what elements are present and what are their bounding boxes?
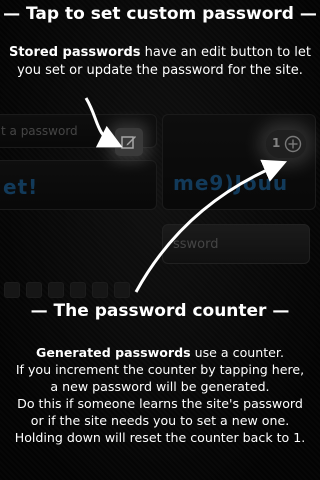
counter-tip-line: Do this if someone learns the site's pas…: [17, 396, 303, 411]
counter-arrow: [134, 159, 288, 293]
counter-tip-line: or if the site needs you to set a new on…: [30, 413, 290, 428]
counter-tip-line: If you increment the counter by tapping …: [15, 362, 305, 377]
edit-button-arrow: [84, 97, 123, 148]
counter-tip-line: a new password will be generated.: [50, 379, 270, 394]
edit-tip-title: — Tap to set custom password —: [3, 4, 317, 24]
counter-tip-line: Holding down will reset the counter back…: [14, 430, 306, 445]
edit-tip-bold-lead: Stored passwords: [8, 45, 141, 60]
counter-tip-description: Generated passwords use a counter. If yo…: [4, 344, 316, 446]
counter-tip-bold-lead: Generated passwords: [36, 345, 191, 360]
edit-tip-description: Stored passwords have an edit button to …: [6, 44, 314, 80]
counter-tip-title: — The password counter —: [30, 301, 290, 321]
counter-tip-text: use a counter.: [190, 345, 284, 360]
